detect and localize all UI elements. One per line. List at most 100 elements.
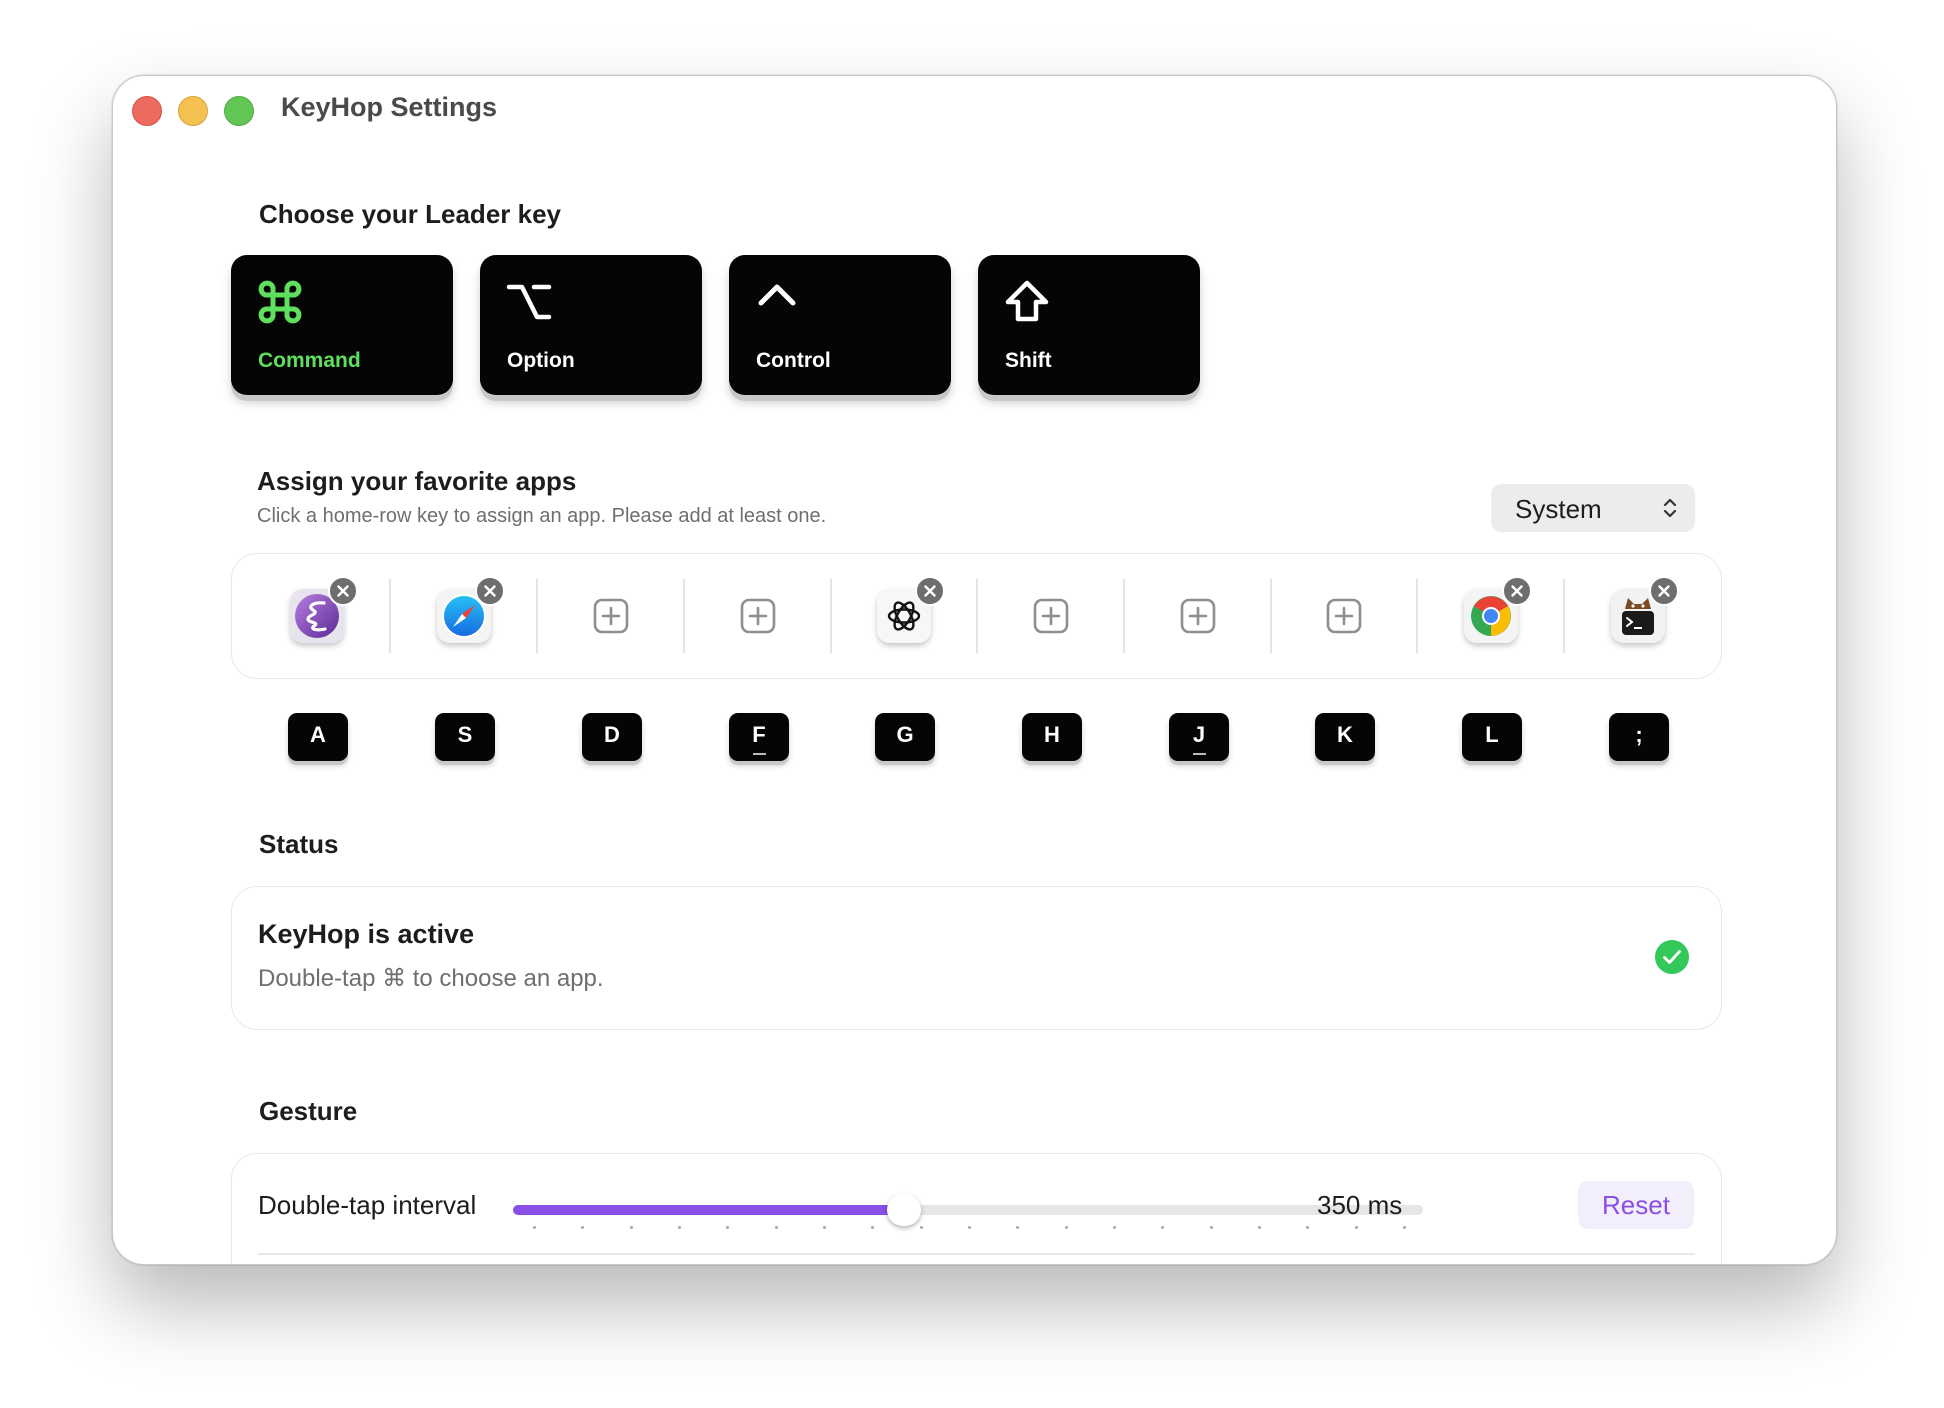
option-icon [506,284,552,320]
slider-tick [1403,1226,1406,1229]
assign-apps-subtitle: Click a home-row key to assign an app. P… [257,505,827,527]
slider-tick [1161,1226,1165,1229]
assign-apps-heading: Assign your favorite apps [257,466,577,496]
slider-tick [1306,1226,1310,1229]
up-down-chevron-icon [1663,498,1677,518]
slider-tick [1258,1226,1261,1229]
close-icon [337,585,349,597]
close-icon [1658,585,1670,597]
close-icon [924,585,936,597]
leader-key-shift[interactable]: Shift [978,255,1200,395]
add-icon [1326,598,1362,634]
keycap-j[interactable]: J [1169,713,1229,761]
reset-button[interactable]: Reset [1578,1181,1694,1229]
slider-tick [1064,1226,1068,1229]
slider-tick [1113,1226,1116,1229]
slider-thumb[interactable] [887,1194,921,1226]
app-slot-a[interactable] [244,554,390,678]
app-slot-l[interactable] [1418,554,1564,678]
slider-tick [871,1226,875,1229]
app-slot-semicolon[interactable] [1565,554,1711,678]
status-heading: Status [259,829,339,859]
leader-key-label: Option [507,349,575,372]
leader-key-option[interactable]: Option [480,255,702,395]
slider-tick [1016,1226,1020,1229]
slider-value: 350 ms [1317,1190,1403,1220]
settings-window: KeyHop Settings Choose your Leader key C… [112,75,1837,1265]
close-window-button[interactable] [132,96,162,126]
slider-tick [726,1226,730,1229]
keycap-label: K [1337,722,1353,747]
home-row-bump [753,753,766,755]
keycap-d[interactable]: D [582,713,642,761]
shift-arrow-icon [1005,280,1049,322]
double-tap-interval-slider[interactable] [513,1194,1423,1226]
keycap-label: ; [1635,722,1643,747]
keycap-k[interactable]: K [1315,713,1375,761]
keycap-s[interactable]: S [435,713,495,761]
keycap-label: A [310,722,326,747]
keycap-h[interactable]: H [1022,713,1082,761]
keycap-f[interactable]: F [729,713,789,761]
dropdown-value: System [1515,494,1602,524]
gesture-heading: Gesture [259,1096,358,1126]
add-icon [1180,598,1216,634]
app-slot-s[interactable] [391,554,537,678]
leader-key-command[interactable]: Command [231,255,453,395]
slider-fill [513,1205,904,1215]
remove-app-semicolon-button[interactable] [1649,576,1679,606]
add-icon [593,598,629,634]
app-slot-d[interactable] [538,554,684,678]
keycap-l[interactable]: L [1462,713,1522,761]
slider-tick [774,1226,778,1229]
keycap-semicolon[interactable]: ; [1609,713,1669,761]
minimize-window-button[interactable] [178,96,208,126]
keycap-label: H [1044,722,1060,747]
add-icon [1033,598,1069,634]
checkmark-circle-icon [1655,940,1689,974]
status-card: KeyHop is active Double-tap ⌘ to choose … [231,886,1722,1030]
status-description: Double-tap ⌘ to choose an app. [258,965,604,992]
keycap-label: J [1192,722,1206,747]
app-slot-h[interactable] [978,554,1124,678]
keycap-label: G [896,722,914,747]
slider-tick [919,1226,923,1229]
slider-label: Double-tap interval [258,1190,477,1220]
app-slot-j[interactable] [1125,554,1271,678]
remove-app-a-button[interactable] [328,576,358,606]
home-row-bump [1193,753,1206,755]
keycap-label: D [604,722,620,747]
app-slot-k[interactable] [1271,554,1417,678]
keycap-label: L [1485,722,1499,747]
remove-app-l-button[interactable] [1502,576,1532,606]
slider-tick [968,1226,971,1229]
command-icon [258,280,302,324]
slider-tick [1209,1226,1213,1229]
app-source-dropdown[interactable]: System [1491,484,1695,532]
keycap-g[interactable]: G [875,713,935,761]
control-caret-icon [758,284,796,306]
slider-tick [581,1226,585,1229]
leader-key-heading: Choose your Leader key [259,199,561,229]
slider-tick [678,1226,681,1229]
leader-key-label: Control [756,349,831,372]
slider-tick [533,1226,536,1229]
keycap-a[interactable]: A [288,713,348,761]
leader-key-label: Command [258,349,361,372]
status-title: KeyHop is active [258,919,475,949]
window-title: KeyHop Settings [281,92,498,122]
row-divider [258,1253,1695,1255]
slider-tick [823,1226,826,1229]
gesture-card: Double-tap interval 350 ms Reset [231,1153,1722,1264]
close-icon [1511,585,1523,597]
keycap-label: S [457,722,473,747]
zoom-window-button[interactable] [224,96,254,126]
leader-key-label: Shift [1005,349,1052,372]
remove-app-s-button[interactable] [475,576,505,606]
slider-tick [629,1226,633,1229]
leader-key-control[interactable]: Control [729,255,951,395]
app-slot-f[interactable] [685,554,831,678]
remove-app-g-button[interactable] [915,576,945,606]
app-slot-g[interactable] [831,554,977,678]
app-slots-panel [231,553,1722,679]
